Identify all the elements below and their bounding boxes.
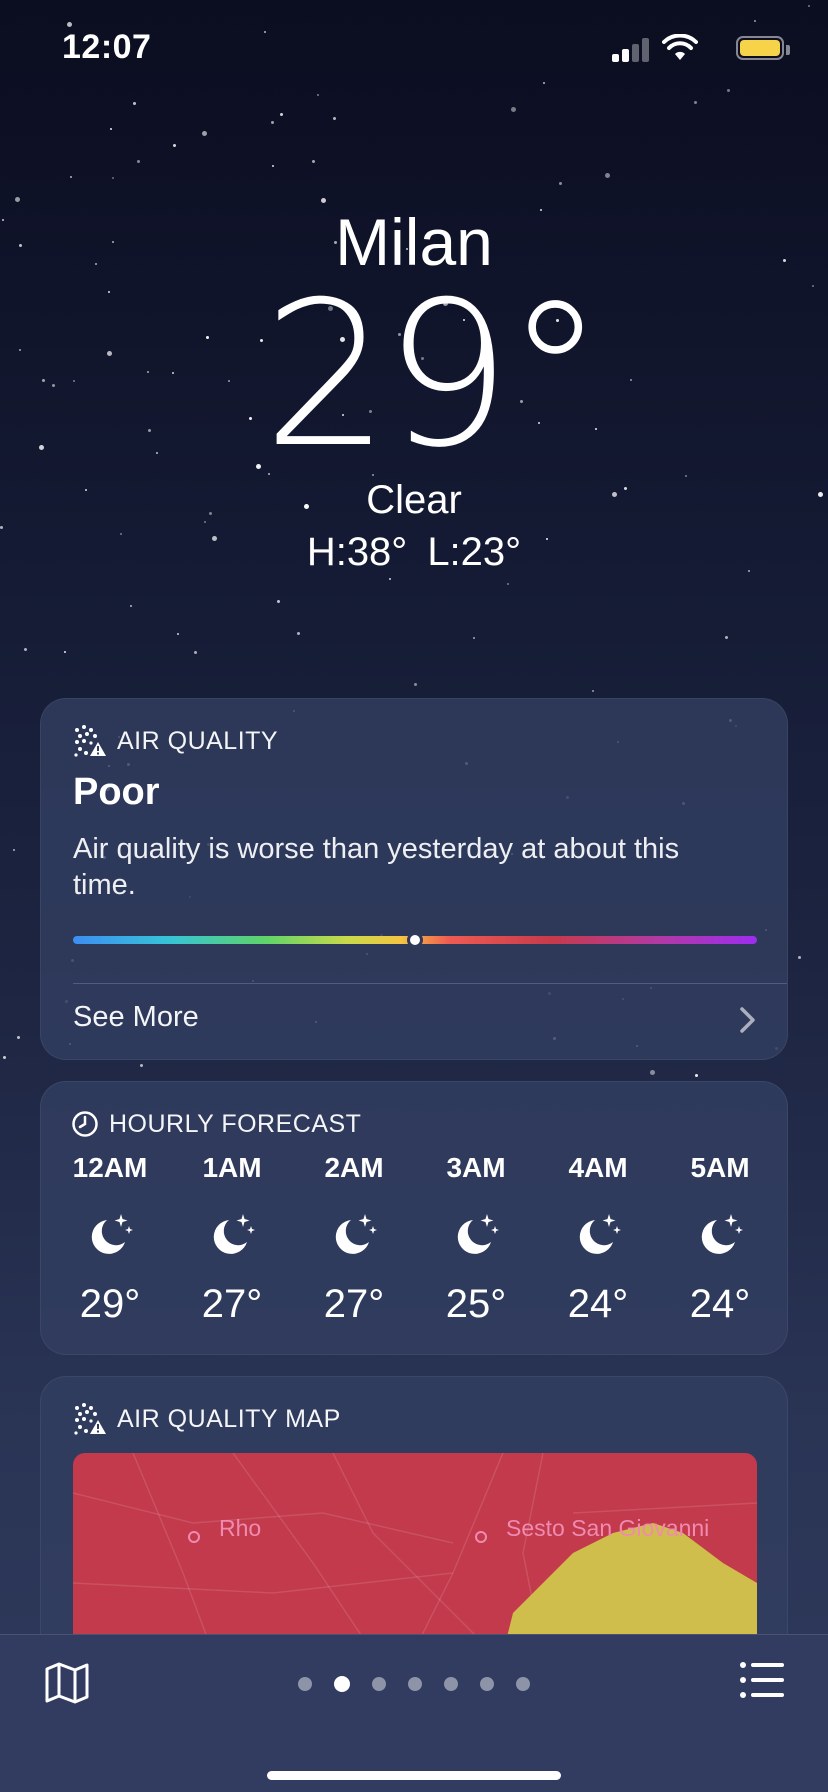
- clock-icon: [72, 1111, 98, 1137]
- hourly-forecast-item: 2AM 27°: [293, 1152, 415, 1327]
- map-location-dot: [188, 1531, 200, 1543]
- page-dot[interactable]: [408, 1677, 422, 1691]
- home-indicator[interactable]: [267, 1771, 561, 1780]
- air-quality-level: Poor: [73, 771, 160, 813]
- air-quality-header: AIR QUALITY: [73, 723, 278, 759]
- moon-stars-icon: [213, 1214, 255, 1254]
- hour-time: 4AM: [568, 1152, 628, 1183]
- map-location-dot: [475, 1531, 487, 1543]
- page-dot[interactable]: [372, 1677, 386, 1691]
- hour-temperature: 29°: [79, 1282, 141, 1326]
- hourly-forecast-item: 1AM 27°: [171, 1152, 293, 1327]
- hour-temperature: 27°: [323, 1282, 385, 1326]
- moon-stars-icon: [335, 1214, 377, 1254]
- hour-temperature: 24°: [689, 1282, 751, 1326]
- hour-temperature: 25°: [445, 1282, 507, 1326]
- page-dot-active[interactable]: [334, 1676, 350, 1692]
- hourly-forecast-list[interactable]: 12AM 29° 1AM 27° 2AM 27° 3AM 25° 4AM 24° 5AM 24°: [49, 1152, 781, 1327]
- hourly-forecast-item: 3AM 25°: [415, 1152, 537, 1327]
- map-label-sesto-san-giovanni: Sesto San Giovanni: [506, 1515, 710, 1541]
- page-dot[interactable]: [298, 1677, 312, 1691]
- hour-temperature: 24°: [567, 1282, 629, 1326]
- battery-icon: [736, 36, 784, 60]
- hour-time: 1AM: [202, 1152, 262, 1183]
- status-time: 12:07: [62, 28, 152, 66]
- high-temperature: H:38°: [306, 530, 408, 574]
- air-quality-icon: [74, 1403, 106, 1435]
- current-temperature: 29°: [262, 259, 606, 492]
- hourly-forecast-header: HOURLY FORECAST: [71, 1106, 361, 1142]
- chevron-right-icon[interactable]: [737, 1005, 757, 1035]
- moon-stars-icon: [457, 1214, 499, 1254]
- divider: [73, 983, 787, 984]
- hour-time: 12AM: [72, 1152, 148, 1183]
- air-quality-map[interactable]: Rho Sesto San Giovanni: [73, 1453, 757, 1653]
- moon-stars-icon: [579, 1214, 621, 1254]
- map-roads: [73, 1453, 757, 1653]
- hourly-forecast-item: 12AM 29°: [49, 1152, 171, 1327]
- hour-time: 3AM: [446, 1152, 506, 1183]
- air-quality-description: Air quality is worse than yesterday at a…: [73, 833, 680, 901]
- hourly-forecast-card[interactable]: HOURLY FORECAST 12AM 29° 1AM 27° 2AM 27° 3AM 25…: [40, 1081, 788, 1355]
- air-quality-map-title: AIR QUALITY MAP: [117, 1404, 341, 1433]
- air-quality-card[interactable]: AIR QUALITY Poor Air quality is worse th…: [40, 698, 788, 1060]
- page-dot[interactable]: [516, 1677, 530, 1691]
- status-icons: [592, 34, 792, 64]
- bottom-toolbar: [0, 1634, 828, 1792]
- air-quality-icon: [74, 725, 106, 757]
- high-low-temperatures: H:38° L:23°: [0, 530, 828, 575]
- list-icon[interactable]: [740, 1661, 784, 1699]
- page-dot[interactable]: [480, 1677, 494, 1691]
- moon-stars-icon: [701, 1214, 743, 1254]
- hourly-forecast-item: 4AM 24°: [537, 1152, 659, 1327]
- page-dot[interactable]: [444, 1677, 458, 1691]
- map-label-rho: Rho: [219, 1515, 262, 1541]
- see-more-link[interactable]: See More: [73, 1001, 199, 1034]
- hour-temperature: 27°: [201, 1282, 263, 1326]
- air-quality-title: AIR QUALITY: [117, 726, 279, 755]
- hour-time: 2AM: [324, 1152, 384, 1183]
- moon-stars-icon: [91, 1214, 133, 1254]
- cellular-signal-icon: [612, 38, 652, 62]
- page-indicator[interactable]: [0, 1676, 828, 1692]
- air-quality-map-header: AIR QUALITY MAP: [73, 1401, 341, 1437]
- air-quality-scale-marker: [407, 932, 423, 948]
- weather-condition: Clear: [366, 478, 462, 522]
- hourly-forecast-title: HOURLY FORECAST: [109, 1109, 362, 1138]
- low-temperature: L:23°: [427, 530, 522, 574]
- hourly-forecast-item: 5AM 24°: [659, 1152, 781, 1327]
- hour-time: 5AM: [690, 1152, 750, 1183]
- wifi-icon: [662, 34, 698, 60]
